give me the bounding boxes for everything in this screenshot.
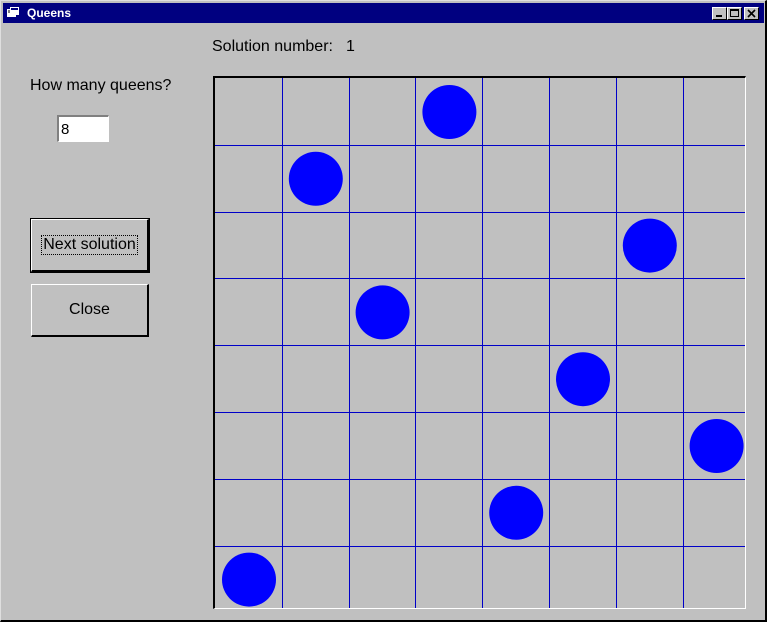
queen-count-input[interactable]	[57, 115, 109, 142]
minimize-button[interactable]	[712, 7, 727, 20]
queen-piece	[622, 218, 677, 273]
solution-number-value: 1	[346, 38, 355, 55]
window-title: Queens	[27, 6, 72, 20]
next-solution-button[interactable]: Next solution	[30, 218, 150, 273]
queen-piece	[556, 352, 610, 407]
close-window-button[interactable]	[744, 7, 759, 20]
close-icon	[747, 9, 756, 18]
queen-piece	[355, 285, 410, 340]
next-solution-label: Next solution	[41, 235, 138, 255]
queen-piece	[422, 85, 477, 139]
maximize-button[interactable]	[727, 7, 742, 20]
close-label: Close	[69, 301, 110, 318]
queen-piece	[689, 419, 744, 473]
chess-board[interactable]	[213, 76, 746, 609]
minimize-icon	[716, 15, 722, 17]
app-icon	[7, 7, 19, 17]
queen-piece	[489, 485, 544, 540]
queen-count-prompt: How many queens?	[30, 77, 172, 94]
queens-window: Queens Solution number: 1 How many queen…	[0, 0, 767, 622]
queen-piece	[288, 151, 343, 206]
close-button[interactable]: Close	[31, 284, 149, 337]
title-bar[interactable]: Queens	[3, 3, 764, 23]
queen-piece	[222, 552, 276, 607]
board-canvas	[215, 78, 745, 608]
solution-number-label: Solution number:	[212, 38, 333, 55]
maximize-icon	[730, 9, 739, 17]
